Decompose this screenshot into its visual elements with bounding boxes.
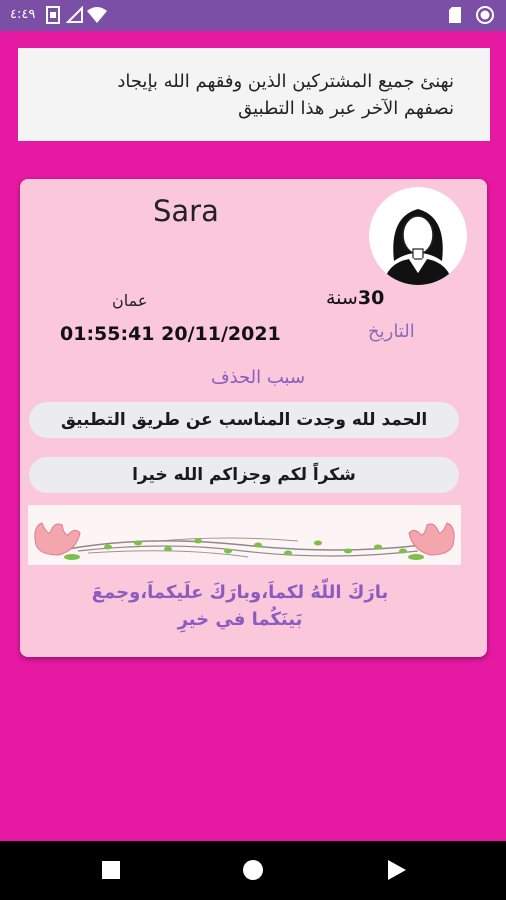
status-bar: ٤:٤٩ xyxy=(0,0,506,31)
age-unit: سنة xyxy=(326,287,358,309)
back-triangle-icon[interactable] xyxy=(387,859,407,881)
sim-card-icon xyxy=(449,7,461,23)
floral-vine-illustration xyxy=(34,522,455,560)
photo-icon xyxy=(46,6,60,24)
blessing-text: بارَكَ اللّهُ لكماَ،وبارَكَ علَيكماَ،وجم… xyxy=(20,579,460,633)
status-time: ٤:٤٩ xyxy=(10,7,36,22)
notification-icon xyxy=(66,6,83,23)
blessing-line-1: بارَكَ اللّهُ لكماَ،وبارَكَ علَيكماَ،وجم… xyxy=(91,582,389,603)
floral-divider xyxy=(28,505,461,565)
avatar[interactable] xyxy=(369,187,467,285)
wifi-icon xyxy=(87,7,107,23)
blessing-line-2: بَينَكُما في خيرِ xyxy=(177,609,303,630)
age-number: 30 xyxy=(357,287,385,309)
city: عمان xyxy=(112,291,148,310)
banner-line-1: نهنئ جميع المشتركين الذين وفقهم الله بإي… xyxy=(117,71,454,92)
deletion-reason-text: الحمد لله وجدت المناسب عن طريق التطبيق xyxy=(29,402,459,438)
deletion-reason-label: سبب الحذف xyxy=(210,367,306,388)
age: 30سنة xyxy=(326,287,384,309)
datetime-value: 01:55:41 20/11/2021 xyxy=(60,323,281,345)
home-circle-icon[interactable] xyxy=(242,859,264,881)
no-sim-icon xyxy=(476,6,494,24)
profile-card: Sara 30سنة عمان التاريخ 01:55:41 20/11/2… xyxy=(20,179,487,657)
navigation-bar xyxy=(0,841,506,900)
congratulation-banner: نهنئ جميع المشتركين الذين وفقهم الله بإي… xyxy=(18,48,490,141)
female-avatar-icon xyxy=(383,209,453,285)
profile-name: Sara xyxy=(153,194,219,228)
date-label: التاريخ xyxy=(368,321,415,342)
thanks-text: شكراً لكم وجزاكم الله خيرا xyxy=(29,457,459,493)
banner-line-2: نصفهم الآخر عبر هذا التطبيق xyxy=(238,98,454,119)
recents-square-icon[interactable] xyxy=(101,860,121,880)
